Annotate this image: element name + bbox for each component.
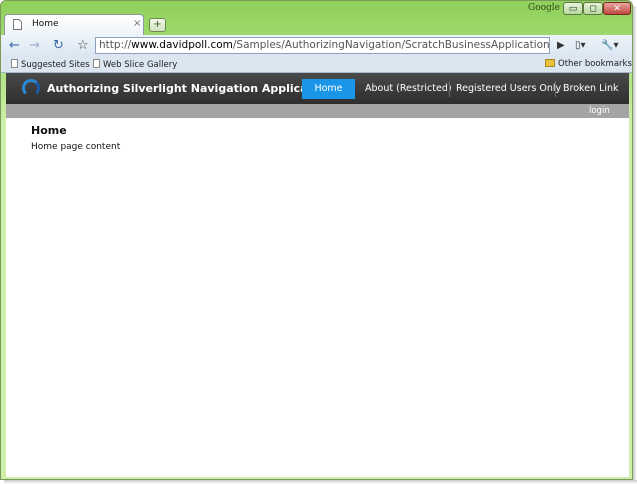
page-icon [93, 59, 100, 68]
page-content: Authorizing Silverlight Navigation Appli… [6, 73, 629, 477]
tab-close-icon[interactable]: × [133, 18, 141, 29]
folder-icon [545, 59, 555, 67]
google-label: Google [528, 3, 560, 13]
other-bookmarks-label: Other bookmarks [558, 59, 632, 69]
reload-icon[interactable]: ↻ [53, 38, 64, 53]
bookmark-label: Web Slice Gallery [103, 60, 178, 70]
page-title: Home [31, 124, 67, 137]
page-icon [11, 59, 18, 68]
window-shadow [633, 6, 637, 484]
bookmark-suggested-sites[interactable]: Suggested Sites [11, 59, 90, 70]
bookmark-web-slice-gallery[interactable]: Web Slice Gallery [93, 59, 177, 70]
tab-title: Home [32, 19, 59, 29]
nav-divider [555, 81, 556, 97]
nav-broken-link[interactable]: Broken Link [563, 73, 619, 104]
bookmark-label: Suggested Sites [21, 60, 90, 70]
login-link[interactable]: login [589, 106, 610, 116]
url-host: www.davidpoll.com [131, 39, 233, 51]
nav-divider [449, 81, 450, 97]
wrench-menu-icon[interactable]: 🔧▾ [601, 38, 618, 53]
nav-registered-users-only[interactable]: Registered Users Only [456, 73, 561, 104]
browser-window: Google ▭ ◻ ✕ Home × + ← → ↻ ☆ http://www… [0, 0, 633, 480]
back-icon[interactable]: ← [9, 38, 20, 53]
new-tab-button[interactable]: + [149, 18, 166, 32]
minimize-button[interactable]: ▭ [563, 2, 583, 15]
other-bookmarks[interactable]: Other bookmarks [545, 59, 632, 69]
login-bar: login [6, 104, 629, 118]
browser-toolbar: ← → ↻ ☆ http://www.davidpoll.com/Samples… [1, 35, 632, 57]
url-path: /Samples/AuthorizingNavigation/ScratchBu… [232, 39, 550, 51]
bookmark-star-icon[interactable]: ☆ [77, 38, 89, 53]
url-scheme: http:// [99, 39, 132, 51]
close-window-button[interactable]: ✕ [603, 2, 631, 15]
app-title: Authorizing Silverlight Navigation Appli… [47, 82, 333, 95]
app-logo-icon [22, 79, 40, 97]
go-icon[interactable]: ▶ [557, 38, 565, 53]
page-icon [13, 19, 22, 30]
title-bar: Google ▭ ◻ ✕ Home × + [1, 1, 632, 35]
tab-home[interactable]: Home × [4, 14, 144, 35]
bookmarks-bar: Suggested Sites Web Slice Gallery Other … [1, 57, 632, 73]
nav-home[interactable]: Home [302, 79, 355, 99]
page-menu-icon[interactable]: ▯▾ [575, 38, 586, 53]
window-shadow [4, 480, 637, 484]
app-header: Authorizing Silverlight Navigation Appli… [6, 73, 629, 104]
address-bar[interactable]: http://www.davidpoll.com/Samples/Authori… [95, 37, 550, 54]
maximize-button[interactable]: ◻ [583, 2, 603, 15]
forward-icon[interactable]: → [29, 38, 40, 53]
nav-about-restricted[interactable]: About (Restricted) [365, 73, 452, 104]
page-body-text: Home page content [31, 142, 121, 152]
